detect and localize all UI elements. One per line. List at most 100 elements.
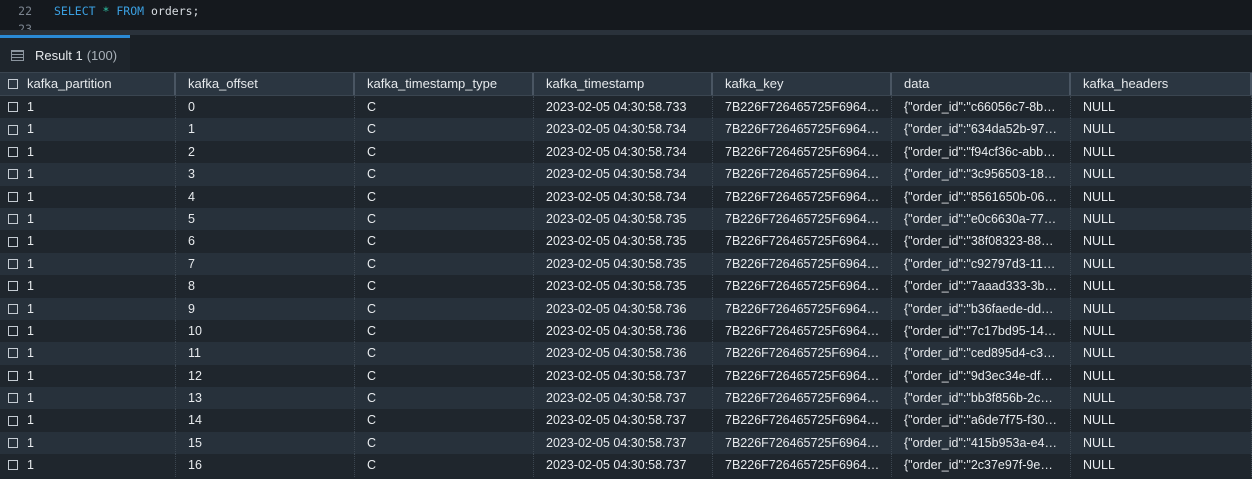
cell-kafka-key[interactable]: 7B226F726465725F6964…: [713, 207, 892, 231]
row-checkbox[interactable]: [8, 348, 18, 359]
cell-kafka-headers[interactable]: NULL: [1071, 118, 1252, 141]
table-row[interactable]: 1 8 C 2023-02-05 04:30:58.735 7B226F72646572…: [0, 275, 1252, 298]
cell-kafka-timestamp-type[interactable]: C: [355, 252, 534, 276]
row-checkbox[interactable]: [8, 236, 18, 247]
cell-kafka-timestamp-type[interactable]: C: [355, 163, 534, 186]
table-row[interactable]: 1 13 C 2023-02-05 04:30:58.737 7B226F7264657…: [0, 387, 1252, 410]
cell-kafka-headers[interactable]: NULL: [1071, 364, 1252, 388]
cell-data[interactable]: {"order_id":"9d3ec34e-df…: [892, 364, 1071, 388]
cell-kafka-offset[interactable]: 7: [176, 252, 355, 276]
column-header-kafka-key[interactable]: kafka_key: [713, 73, 892, 95]
cell-data[interactable]: {"order_id":"f94cf36c-abb…: [892, 140, 1071, 164]
cell-kafka-headers[interactable]: NULL: [1071, 431, 1252, 455]
cell-kafka-timestamp-type[interactable]: C: [355, 364, 534, 388]
cell-kafka-offset[interactable]: 13: [176, 387, 355, 410]
cell-data[interactable]: {"order_id":"7c17bd95-14…: [892, 319, 1071, 343]
cell-kafka-timestamp-type[interactable]: C: [355, 207, 534, 231]
cell-kafka-offset[interactable]: 15: [176, 431, 355, 455]
cell-kafka-timestamp-type[interactable]: C: [355, 342, 534, 365]
cell-kafka-partition[interactable]: 1: [0, 163, 176, 186]
cell-kafka-timestamp[interactable]: 2023-02-05 04:30:58.735: [534, 230, 713, 253]
cell-kafka-headers[interactable]: NULL: [1071, 140, 1252, 164]
cell-kafka-offset[interactable]: 2: [176, 140, 355, 164]
column-header-kafka-timestamp-type[interactable]: kafka_timestamp_type: [355, 73, 534, 95]
cell-kafka-partition[interactable]: 1: [0, 297, 176, 320]
cell-kafka-partition[interactable]: 1: [0, 387, 176, 410]
cell-kafka-headers[interactable]: NULL: [1071, 230, 1252, 253]
column-header-kafka-timestamp[interactable]: kafka_timestamp: [534, 73, 713, 95]
cell-kafka-headers[interactable]: NULL: [1071, 454, 1252, 477]
cell-kafka-partition[interactable]: 1: [0, 96, 176, 119]
cell-kafka-offset[interactable]: 8: [176, 275, 355, 298]
cell-kafka-timestamp-type[interactable]: C: [355, 297, 534, 320]
table-row[interactable]: 1 15 C 2023-02-05 04:30:58.737 7B226F7264657…: [0, 431, 1252, 455]
column-header-kafka-partition[interactable]: kafka_partition: [0, 73, 176, 95]
cell-data[interactable]: {"order_id":"38f08323-88…: [892, 230, 1071, 253]
table-row[interactable]: 1 0 C 2023-02-05 04:30:58.733 7B226F72646572…: [0, 96, 1252, 119]
cell-kafka-headers[interactable]: NULL: [1071, 185, 1252, 208]
cell-kafka-partition[interactable]: 1: [0, 454, 176, 477]
table-row[interactable]: 1 5 C 2023-02-05 04:30:58.735 7B226F72646572…: [0, 207, 1252, 231]
cell-kafka-offset[interactable]: 14: [176, 409, 355, 432]
cell-data[interactable]: {"order_id":"3c956503-18…: [892, 163, 1071, 186]
cell-kafka-timestamp[interactable]: 2023-02-05 04:30:58.733: [534, 96, 713, 119]
table-row[interactable]: 1 3 C 2023-02-05 04:30:58.734 7B226F72646572…: [0, 163, 1252, 186]
column-header-data[interactable]: data: [892, 73, 1071, 95]
cell-kafka-timestamp[interactable]: 2023-02-05 04:30:58.736: [534, 297, 713, 320]
table-row[interactable]: 1 10 C 2023-02-05 04:30:58.736 7B226F7264657…: [0, 319, 1252, 343]
cell-kafka-timestamp[interactable]: 2023-02-05 04:30:58.735: [534, 252, 713, 276]
cell-kafka-timestamp[interactable]: 2023-02-05 04:30:58.737: [534, 431, 713, 455]
cell-kafka-key[interactable]: 7B226F726465725F6964…: [713, 387, 892, 410]
cell-kafka-timestamp-type[interactable]: C: [355, 409, 534, 432]
table-row[interactable]: 1 12 C 2023-02-05 04:30:58.737 7B226F7264657…: [0, 364, 1252, 388]
cell-kafka-partition[interactable]: 1: [0, 252, 176, 276]
row-checkbox[interactable]: [8, 303, 18, 314]
cell-kafka-offset[interactable]: 5: [176, 207, 355, 231]
cell-kafka-offset[interactable]: 6: [176, 230, 355, 253]
table-row[interactable]: 1 14 C 2023-02-05 04:30:58.737 7B226F7264657…: [0, 409, 1252, 432]
cell-kafka-offset[interactable]: 4: [176, 185, 355, 208]
tab-result-1[interactable]: Result 1 (100): [0, 35, 130, 72]
cell-kafka-timestamp-type[interactable]: C: [355, 118, 534, 141]
column-header-kafka-offset[interactable]: kafka_offset: [176, 73, 355, 95]
cell-kafka-offset[interactable]: 12: [176, 364, 355, 388]
cell-kafka-headers[interactable]: NULL: [1071, 342, 1252, 365]
cell-kafka-offset[interactable]: 3: [176, 163, 355, 186]
cell-kafka-timestamp[interactable]: 2023-02-05 04:30:58.736: [534, 342, 713, 365]
cell-kafka-key[interactable]: 7B226F726465725F6964…: [713, 230, 892, 253]
cell-kafka-headers[interactable]: NULL: [1071, 297, 1252, 320]
row-checkbox[interactable]: [8, 214, 18, 225]
cell-kafka-key[interactable]: 7B226F726465725F6964…: [713, 297, 892, 320]
select-all-checkbox[interactable]: [8, 79, 18, 89]
cell-data[interactable]: {"order_id":"8561650b-06…: [892, 185, 1071, 208]
row-checkbox[interactable]: [8, 124, 18, 135]
cell-kafka-timestamp-type[interactable]: C: [355, 275, 534, 298]
cell-kafka-partition[interactable]: 1: [0, 207, 176, 231]
cell-kafka-timestamp-type[interactable]: C: [355, 140, 534, 164]
sql-editor[interactable]: 22 SELECT * FROM orders; 23: [0, 0, 1252, 30]
cell-kafka-headers[interactable]: NULL: [1071, 163, 1252, 186]
row-checkbox[interactable]: [8, 102, 18, 113]
cell-data[interactable]: {"order_id":"b36faede-dd…: [892, 297, 1071, 320]
cell-kafka-partition[interactable]: 1: [0, 409, 176, 432]
row-checkbox[interactable]: [8, 146, 18, 157]
cell-kafka-timestamp[interactable]: 2023-02-05 04:30:58.737: [534, 364, 713, 388]
cell-kafka-timestamp[interactable]: 2023-02-05 04:30:58.735: [534, 275, 713, 298]
cell-kafka-key[interactable]: 7B226F726465725F6964…: [713, 342, 892, 365]
row-checkbox[interactable]: [8, 438, 18, 449]
cell-kafka-timestamp[interactable]: 2023-02-05 04:30:58.736: [534, 319, 713, 343]
cell-kafka-headers[interactable]: NULL: [1071, 96, 1252, 119]
cell-kafka-partition[interactable]: 1: [0, 185, 176, 208]
cell-kafka-key[interactable]: 7B226F726465725F6964…: [713, 163, 892, 186]
row-checkbox[interactable]: [8, 191, 18, 202]
table-row[interactable]: 1 1 C 2023-02-05 04:30:58.734 7B226F72646572…: [0, 118, 1252, 141]
cell-kafka-offset[interactable]: 10: [176, 319, 355, 343]
cell-kafka-timestamp[interactable]: 2023-02-05 04:30:58.734: [534, 140, 713, 164]
cell-kafka-partition[interactable]: 1: [0, 342, 176, 365]
row-checkbox[interactable]: [8, 258, 18, 269]
cell-kafka-partition[interactable]: 1: [0, 275, 176, 298]
cell-kafka-key[interactable]: 7B226F726465725F6964…: [713, 140, 892, 164]
row-checkbox[interactable]: [8, 415, 18, 426]
table-row[interactable]: 1 9 C 2023-02-05 04:30:58.736 7B226F72646572…: [0, 297, 1252, 320]
cell-kafka-timestamp[interactable]: 2023-02-05 04:30:58.735: [534, 207, 713, 231]
